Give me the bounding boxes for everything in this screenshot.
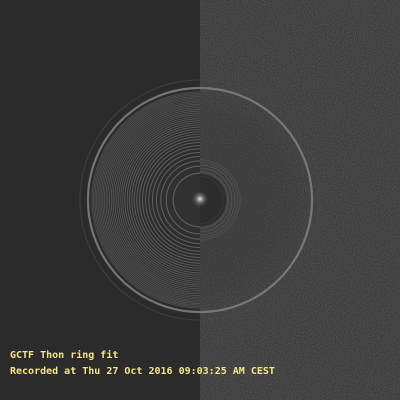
- power-spectrum-viewer: GCTF Thon ring fit Recorded at Thu 27 Oc…: [0, 0, 400, 400]
- center-peak: [191, 190, 209, 208]
- caption-recorded-time: Recorded at Thu 27 Oct 2016 09:03:25 AM …: [10, 366, 275, 377]
- caption-title: GCTF Thon ring fit: [10, 350, 119, 361]
- power-spectrum-image: [0, 0, 400, 400]
